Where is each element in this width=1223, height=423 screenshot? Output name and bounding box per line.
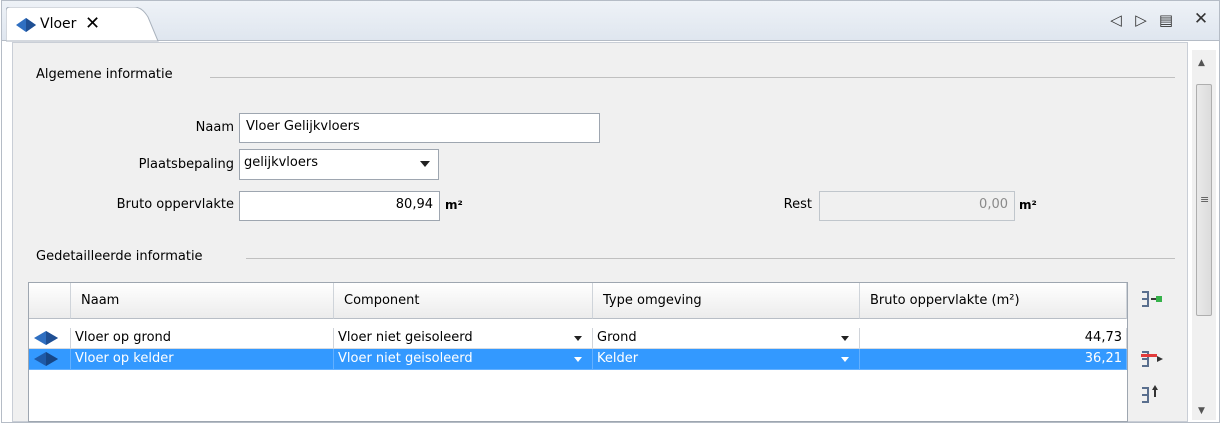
bruto-oppervlakte-label: Bruto oppervlakte (116, 197, 234, 212)
row-header-corner (29, 283, 71, 319)
column-header[interactable]: Naam (71, 283, 334, 319)
chevron-down-icon[interactable] (574, 357, 582, 362)
column-header[interactable]: Bruto oppervlakte (m²) (860, 283, 1127, 319)
section-divider (210, 77, 1175, 78)
cell-omgeving[interactable]: Grond (593, 328, 860, 349)
cell-oppervlakte[interactable]: 44,73 (860, 328, 1127, 349)
scroll-right-icon[interactable]: ▷ (1132, 11, 1150, 29)
cell-oppervlakte[interactable]: 36,21 (860, 349, 1127, 370)
scroll-up-icon[interactable]: ▲ (1198, 58, 1205, 68)
add-row-icon[interactable] (1140, 288, 1164, 310)
close-editor-icon[interactable]: ✕ (1192, 9, 1210, 29)
rest-field: 0,00 (819, 191, 1015, 221)
table-row[interactable]: Vloer op kelder Vloer niet geisoleerd Ke… (29, 349, 1127, 370)
move-row-up-icon[interactable] (1140, 384, 1164, 406)
plaatsbepaling-label: Plaatsbepaling (138, 157, 234, 172)
chevron-down-icon[interactable] (841, 357, 849, 362)
rest-unit-label: m² (1019, 198, 1037, 212)
detail-table: Naam Component Type omgeving Bruto opper… (28, 282, 1128, 422)
unit-label: m² (445, 198, 463, 212)
vertical-scrollbar[interactable]: ▲ ≡ ▼ (1192, 50, 1216, 420)
bruto-oppervlakte-field[interactable]: 80,94 (239, 191, 440, 221)
column-header[interactable]: Component (334, 283, 593, 319)
cell-naam[interactable]: Vloer op kelder (71, 349, 334, 370)
cell-omgeving-value: Kelder (597, 351, 639, 366)
section-title-general: Algemene informatie (36, 67, 173, 82)
cell-component-value: Vloer niet geisoleerd (338, 330, 473, 345)
cell-component[interactable]: Vloer niet geisoleerd (334, 349, 593, 370)
section-title-detail: Gedetailleerde informatie (36, 249, 203, 264)
editor-window: Vloer ✕ ◁ ▷ ▤ ✕ Algemene informatie Naam… (1, 0, 1220, 423)
tab-vloer[interactable]: Vloer ✕ (6, 7, 159, 42)
row-icon-cell (29, 328, 71, 349)
scroll-down-icon[interactable]: ▼ (1198, 406, 1205, 416)
plaatsbepaling-value: gelijkvloers (244, 155, 318, 170)
scroll-left-icon[interactable]: ◁ (1107, 11, 1125, 29)
cell-component-value: Vloer niet geisoleerd (338, 351, 473, 366)
floor-slab-icon (16, 18, 36, 32)
cell-naam[interactable]: Vloer op grond (71, 328, 334, 349)
cell-omgeving[interactable]: Kelder (593, 349, 860, 370)
floor-slab-icon (34, 352, 58, 366)
chevron-down-icon[interactable] (574, 336, 582, 341)
grip-icon: ≡ (1200, 193, 1210, 206)
row-icon-cell (29, 349, 71, 370)
scrollbar-thumb[interactable]: ≡ (1196, 84, 1212, 316)
plaatsbepaling-select[interactable]: gelijkvloers (239, 149, 439, 180)
section-divider (246, 258, 1175, 259)
table-row[interactable]: Vloer op grond Vloer niet geisoleerd Gro… (29, 328, 1127, 349)
rest-label: Rest (783, 197, 812, 212)
remove-row-icon[interactable] (1140, 348, 1164, 370)
chevron-down-icon[interactable] (841, 336, 849, 341)
cell-component[interactable]: Vloer niet geisoleerd (334, 328, 593, 349)
list-menu-icon[interactable]: ▤ (1157, 11, 1175, 29)
chevron-down-icon (420, 161, 430, 167)
floor-slab-icon (34, 331, 58, 345)
close-icon[interactable]: ✕ (85, 13, 100, 34)
naam-label: Naam (195, 120, 234, 135)
column-header[interactable]: Type omgeving (593, 283, 860, 319)
tab-label: Vloer (40, 16, 77, 32)
naam-field[interactable]: Vloer Gelijkvloers (239, 113, 600, 143)
tab-bar: Vloer ✕ ◁ ▷ ▤ ✕ (2, 1, 1219, 42)
cell-omgeving-value: Grond (597, 330, 637, 345)
